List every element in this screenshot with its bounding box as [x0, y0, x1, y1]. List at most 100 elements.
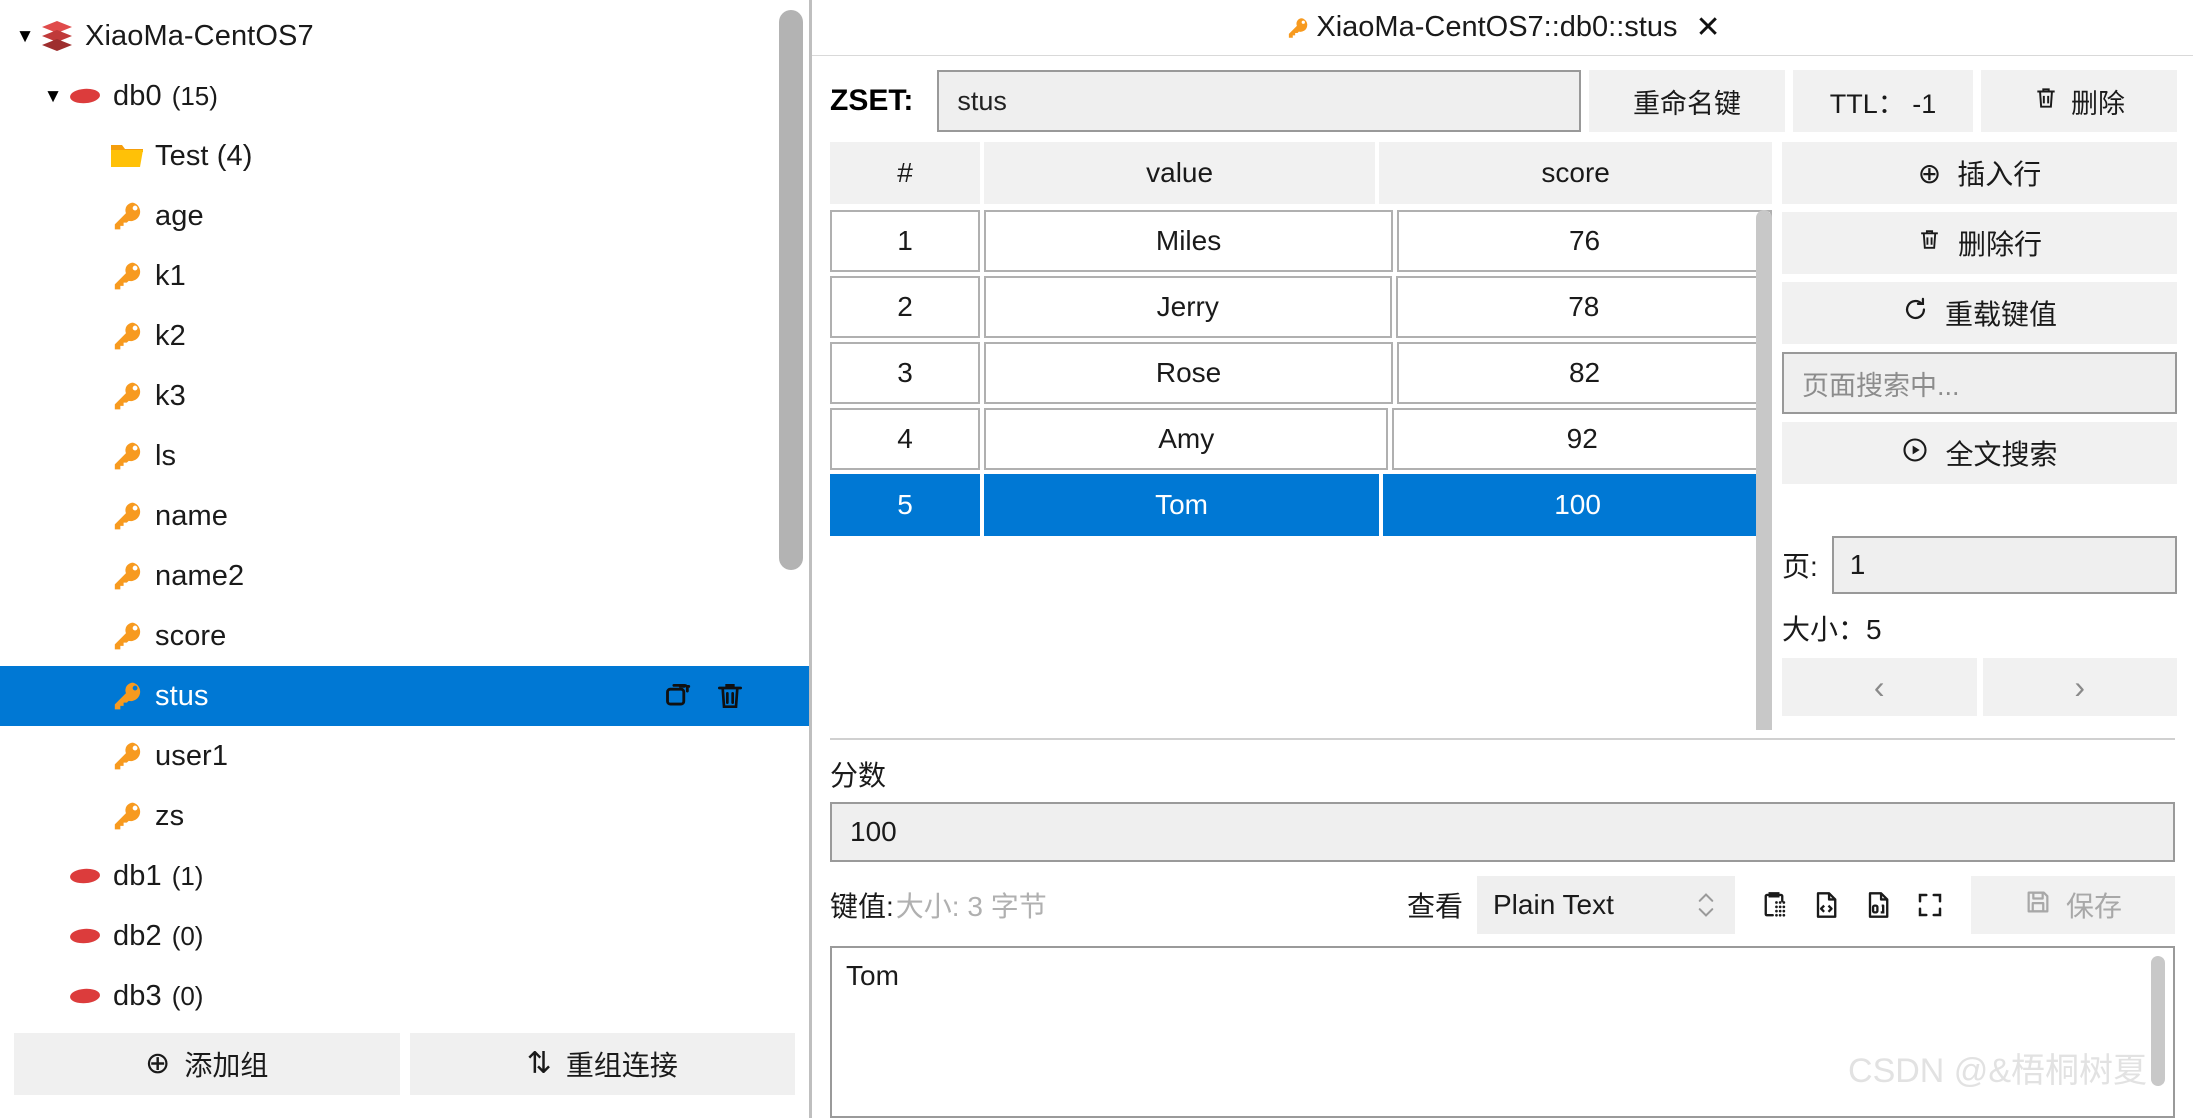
save-value-button[interactable]: 保存	[1971, 876, 2175, 934]
table-row[interactable]: 1 Miles 76	[830, 210, 1772, 272]
tree-item-name2[interactable]: ▼ name2	[0, 546, 809, 606]
tree-item-test-4[interactable]: ▼ Test (4)	[0, 126, 809, 186]
key-icon	[108, 677, 146, 715]
tree-item-db0[interactable]: ▼ db0 (15)	[0, 66, 809, 126]
cell-index[interactable]: 2	[830, 276, 980, 338]
table-scrollbar-thumb[interactable]	[1756, 210, 1772, 730]
cell-score[interactable]: 100	[1383, 474, 1772, 536]
cell-value[interactable]: Tom	[984, 474, 1380, 536]
key-type-label: ZSET:	[830, 84, 914, 117]
rename-key-button[interactable]: 重命名键	[1589, 70, 1785, 132]
clipboard-dots-icon[interactable]	[1755, 886, 1793, 924]
insert-row-button[interactable]: ⊕ 插入行	[1782, 142, 2177, 204]
value-text: Tom	[846, 960, 899, 991]
value-table-area: # value score 1 Miles 76 2 Jerry 78 3 Rose 82 4 Am…	[812, 142, 2193, 730]
save-label: 保存	[2065, 891, 2122, 922]
tree-item-k1[interactable]: ▼ k1	[0, 246, 809, 306]
prev-page-button[interactable]: ‹	[1782, 658, 1977, 716]
key-name-input[interactable]: stus	[937, 70, 1581, 132]
tree-item-label: zs	[155, 799, 185, 832]
delete-row-button[interactable]: 删除行	[1782, 212, 2177, 274]
plus-circle-icon: ⊕	[1917, 157, 1942, 189]
tree-scrollbar-thumb[interactable]	[779, 10, 803, 570]
table-row[interactable]: 5 Tom 100	[830, 474, 1772, 536]
tab-key-stus[interactable]: XiaoMa-CentOS7::db0::stus ✕	[1278, 11, 1726, 44]
key-icon	[108, 737, 146, 775]
database-icon	[66, 977, 104, 1015]
cell-value[interactable]: Jerry	[984, 276, 1392, 338]
table-row[interactable]: 2 Jerry 78	[830, 276, 1772, 338]
reconnect-button[interactable]: ⇅ 重组连接	[409, 1033, 795, 1095]
tree-item-label: k2	[155, 319, 186, 352]
tree-item-zs[interactable]: ▼ zs	[0, 786, 809, 846]
tree-scrollbar[interactable]	[779, 10, 803, 1026]
cell-score[interactable]: 82	[1397, 342, 1772, 404]
table-scrollbar[interactable]	[1756, 210, 1772, 730]
next-page-button[interactable]: ›	[1982, 658, 2177, 716]
page-number-input[interactable]: 1	[1831, 536, 2177, 594]
cell-index[interactable]: 3	[830, 342, 980, 404]
score-field-label: 分数	[830, 760, 887, 791]
delete-key-button[interactable]: 删除	[1981, 70, 2177, 132]
fulltext-search-button[interactable]: 全文搜索	[1782, 422, 2177, 484]
view-mode-value: Plain Text	[1493, 889, 1614, 920]
chevron-left-icon: ‹	[1873, 668, 1885, 705]
copy-link-icon[interactable]	[659, 679, 693, 713]
tree-item-db1[interactable]: ▼ db1 (1)	[0, 846, 809, 906]
cell-index[interactable]: 1	[830, 210, 980, 272]
cell-score[interactable]: 76	[1397, 210, 1772, 272]
tree-item-name[interactable]: ▼ name	[0, 486, 809, 546]
cell-index[interactable]: 4	[830, 408, 980, 470]
key-icon	[108, 317, 146, 355]
cell-value[interactable]: Rose	[984, 342, 1394, 404]
caret-placeholder: ▼	[82, 687, 108, 706]
table-header-row: # value score	[830, 142, 1772, 204]
caret-placeholder: ▼	[82, 807, 108, 826]
caret-placeholder: ▼	[82, 387, 108, 406]
cell-index[interactable]: 5	[830, 474, 980, 536]
redis-client-window: ▼XiaoMa-CentOS7▼db0(15)▼Test (4)▼age▼k1▼…	[0, 0, 2196, 1118]
table-row[interactable]: 4 Amy 92	[830, 408, 1772, 470]
tree-item-db3[interactable]: ▼ db3 (0)	[0, 966, 809, 1026]
tree-item-k2[interactable]: ▼ k2	[0, 306, 809, 366]
tree-item-db2[interactable]: ▼ db2 (0)	[0, 906, 809, 966]
cell-score[interactable]: 92	[1392, 408, 1772, 470]
tree-item-xiaoma-centos7[interactable]: ▼ XiaoMa-CentOS7	[0, 6, 809, 66]
cell-value[interactable]: Miles	[984, 210, 1394, 272]
column-header-index: #	[830, 142, 980, 204]
tree-footer: ⊕ 添加组 ⇅ 重组连接	[0, 1026, 809, 1118]
connection-tree-panel: ▼XiaoMa-CentOS7▼db0(15)▼Test (4)▼age▼k1▼…	[0, 0, 812, 1118]
value-textarea[interactable]: Tom CSDN @&梧桐树夏	[830, 946, 2175, 1118]
table-row[interactable]: 3 Rose 82	[830, 342, 1772, 404]
value-scrollbar-thumb[interactable]	[2151, 956, 2165, 1086]
tree-item-ls[interactable]: ▼ ls	[0, 426, 809, 486]
ttl-button[interactable]: TTL： -1	[1793, 70, 1973, 132]
score-input[interactable]: 100	[830, 802, 2175, 862]
trash-icon[interactable]	[713, 679, 747, 713]
tree-item-label: XiaoMa-CentOS7	[85, 19, 314, 52]
page-size-label: 大小：5	[1782, 614, 1882, 645]
tree-item-count: (0)	[171, 920, 204, 951]
tree-item-score[interactable]: ▼ score	[0, 606, 809, 666]
cell-score[interactable]: 78	[1395, 276, 1772, 338]
caret-placeholder: ▼	[40, 867, 66, 886]
expand-caret-icon[interactable]: ▼	[40, 87, 66, 106]
connection-tree[interactable]: ▼XiaoMa-CentOS7▼db0(15)▼Test (4)▼age▼k1▼…	[0, 0, 809, 1026]
close-icon[interactable]: ✕	[1695, 12, 1720, 43]
expand-caret-icon[interactable]: ▼	[12, 27, 38, 46]
reconnect-label: 重组连接	[565, 1050, 678, 1081]
play-circle-icon	[1901, 436, 1929, 471]
tree-item-k3[interactable]: ▼ k3	[0, 366, 809, 426]
reload-key-button[interactable]: 重载键值	[1782, 282, 2177, 344]
add-group-button[interactable]: ⊕ 添加组	[14, 1033, 400, 1095]
tree-item-stus[interactable]: ▼ stus	[0, 666, 809, 726]
page-search-input[interactable]: 页面搜索中...	[1782, 352, 2177, 414]
tree-item-user1[interactable]: ▼ user1	[0, 726, 809, 786]
code-file-icon[interactable]	[1807, 886, 1845, 924]
view-mode-select[interactable]: Plain Text	[1477, 876, 1735, 934]
cell-value[interactable]: Amy	[984, 408, 1389, 470]
table-body[interactable]: 1 Miles 76 2 Jerry 78 3 Rose 82 4 Amy 92 5 Tom 100	[830, 204, 1772, 730]
fullscreen-icon[interactable]	[1911, 886, 1949, 924]
binary-file-icon[interactable]	[1859, 886, 1897, 924]
tree-item-age[interactable]: ▼ age	[0, 186, 809, 246]
